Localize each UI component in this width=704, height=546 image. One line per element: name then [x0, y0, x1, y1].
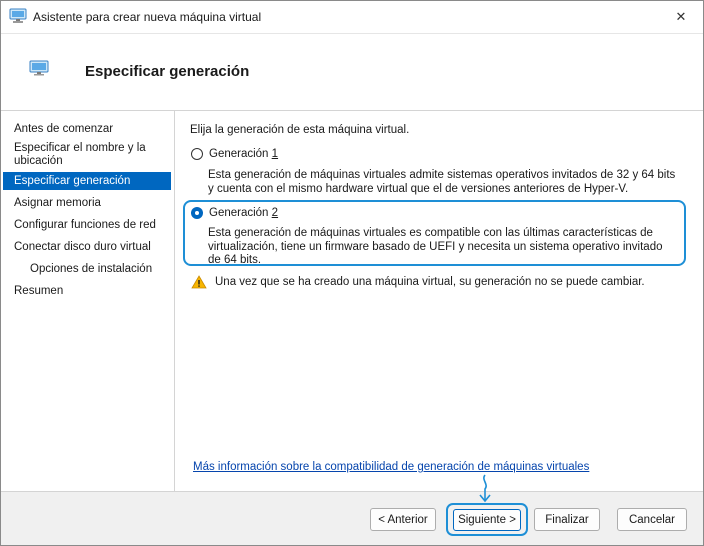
warning-text: Una vez que se ha creado una máquina vir…: [215, 276, 645, 288]
sidebar-item-especificar-generacion[interactable]: Especificar generación: [3, 172, 171, 190]
sidebar-item-nombre-ubicacion[interactable]: Especificar el nombre y la ubicación: [3, 142, 171, 168]
generation-2-description: Esta generación de máquinas virtuales es…: [208, 227, 663, 266]
sidebar-item-antes-de-comenzar[interactable]: Antes de comenzar: [3, 123, 171, 136]
back-button[interactable]: < Anterior: [370, 508, 436, 531]
button-bar: < Anterior Siguiente > Finalizar Cancela…: [1, 491, 703, 545]
window-title: Asistente para crear nueva máquina virtu…: [33, 10, 262, 24]
virtual-machine-icon: [29, 60, 49, 76]
sidebar-item-resumen[interactable]: Resumen: [3, 285, 171, 298]
close-icon: ✕: [675, 9, 687, 24]
virtual-machine-icon: [9, 8, 27, 24]
warning-icon: [191, 275, 207, 289]
sidebar-item-asignar-memoria[interactable]: Asignar memoria: [3, 197, 171, 210]
generation-2-label: Generación 2: [209, 207, 279, 219]
intro-text: Elija la generación de esta máquina virt…: [190, 124, 410, 136]
sidebar-item-opciones-instalacion[interactable]: Opciones de instalación: [3, 263, 171, 276]
generation-1-label: Generación 1: [209, 148, 279, 160]
page-title: Especificar generación: [85, 63, 250, 80]
sidebar-item-funciones-red[interactable]: Configurar funciones de red: [3, 219, 171, 232]
warning-message: Una vez que se ha creado una máquina vir…: [191, 275, 645, 289]
generation-1-description: Esta generación de máquinas virtuales ad…: [208, 169, 676, 195]
generation-2-option[interactable]: Generación 2: [191, 207, 278, 219]
pointer-arrow-icon: [479, 474, 491, 503]
close-button[interactable]: ✕: [659, 1, 703, 33]
title-bar: Asistente para crear nueva máquina virtu…: [1, 1, 703, 34]
sidebar-item-disco-duro[interactable]: Conectar disco duro virtual: [3, 241, 171, 254]
generation-1-radio[interactable]: [191, 148, 203, 160]
cancel-button[interactable]: Cancelar: [617, 508, 687, 531]
more-info-link[interactable]: Más información sobre la compatibilidad …: [193, 461, 589, 473]
wizard-window: Asistente para crear nueva máquina virtu…: [0, 0, 704, 546]
main-content: Elija la generación de esta máquina virt…: [175, 111, 703, 491]
wizard-steps-sidebar: Antes de comenzar Especificar el nombre …: [1, 111, 175, 491]
finish-button[interactable]: Finalizar: [534, 508, 600, 531]
generation-1-option[interactable]: Generación 1: [191, 148, 278, 160]
page-header: Especificar generación: [1, 34, 703, 111]
generation-2-radio[interactable]: [191, 207, 203, 219]
next-button[interactable]: Siguiente >: [453, 509, 521, 531]
